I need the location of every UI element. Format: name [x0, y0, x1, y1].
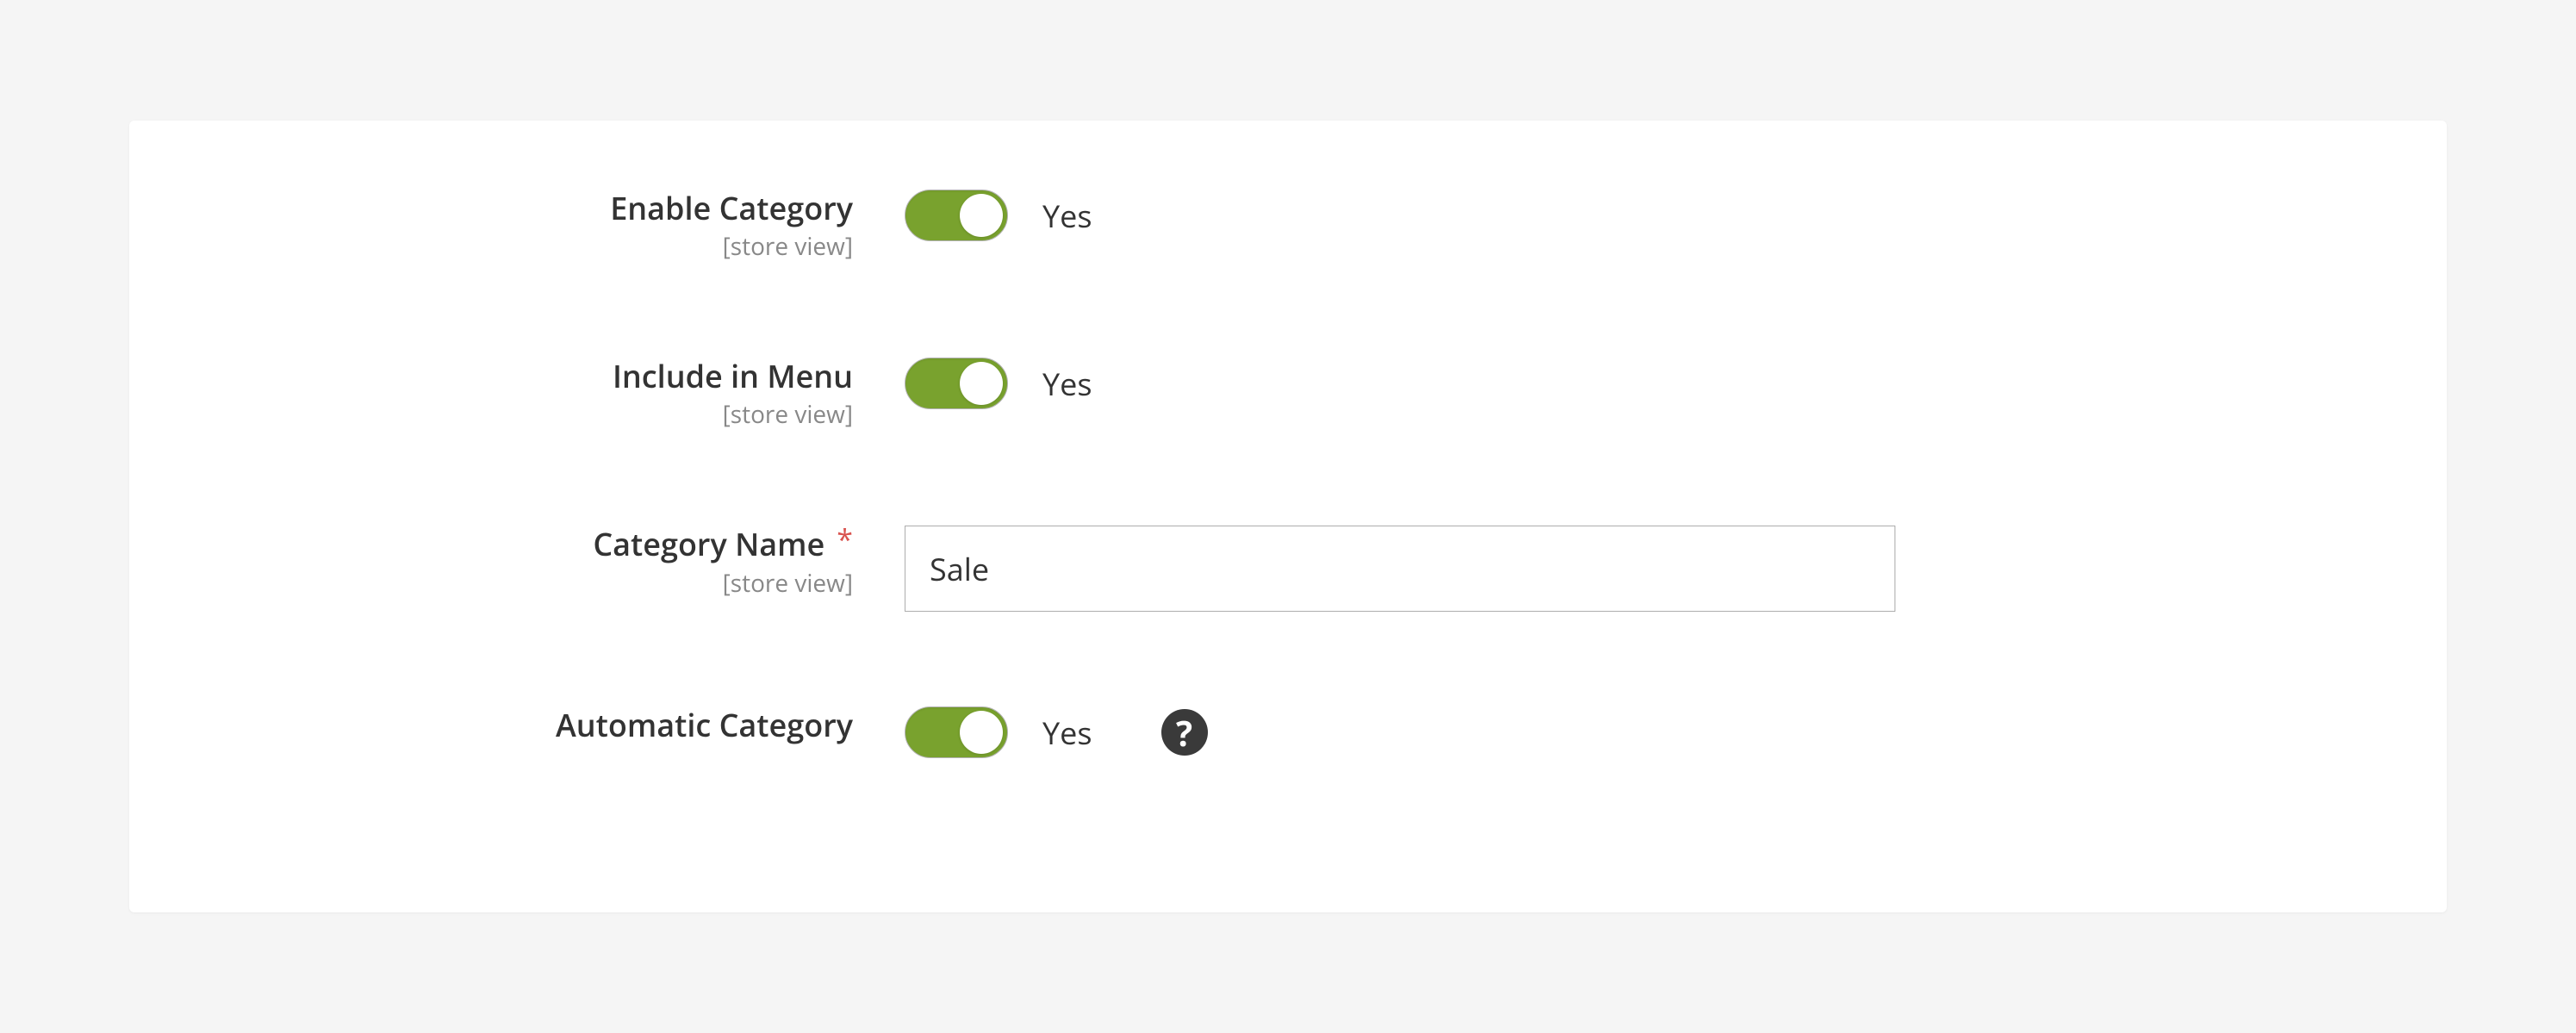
category-name-label-col: Category Name * [store view]	[215, 526, 853, 599]
toggle-knob	[960, 194, 1003, 237]
include-in-menu-label: Include in Menu	[613, 358, 853, 395]
toggle-knob	[960, 711, 1003, 754]
category-form-panel: Enable Category [store view] Yes Include…	[129, 121, 2447, 912]
include-in-menu-value: Yes	[1042, 363, 1092, 405]
automatic-category-toggle[interactable]	[905, 706, 1008, 758]
category-name-control	[853, 526, 1895, 612]
include-in-menu-control: Yes	[853, 358, 1092, 409]
toggle-knob	[960, 362, 1003, 405]
enable-category-row: Enable Category [store view] Yes	[215, 190, 2361, 263]
enable-category-scope: [store view]	[723, 230, 853, 263]
automatic-category-control: Yes ?	[853, 706, 1208, 758]
category-name-input[interactable]	[905, 526, 1895, 612]
enable-category-control: Yes	[853, 190, 1092, 241]
category-name-scope: [store view]	[723, 567, 853, 600]
automatic-category-label-col: Automatic Category	[215, 706, 853, 744]
automatic-category-row: Automatic Category Yes ?	[215, 706, 2361, 758]
include-in-menu-row: Include in Menu [store view] Yes	[215, 358, 2361, 431]
enable-category-value: Yes	[1042, 195, 1092, 237]
category-name-label: Category Name	[593, 526, 824, 563]
enable-category-toggle[interactable]	[905, 190, 1008, 241]
enable-category-label-col: Enable Category [store view]	[215, 190, 853, 263]
include-in-menu-toggle[interactable]	[905, 358, 1008, 409]
automatic-category-value: Yes	[1042, 712, 1092, 754]
include-in-menu-scope: [store view]	[723, 398, 853, 431]
include-in-menu-label-col: Include in Menu [store view]	[215, 358, 853, 431]
enable-category-label: Enable Category	[610, 190, 853, 227]
required-asterisk-icon: *	[837, 525, 853, 554]
category-name-row: Category Name * [store view]	[215, 526, 2361, 612]
help-icon[interactable]: ?	[1161, 709, 1208, 756]
automatic-category-label: Automatic Category	[556, 706, 853, 744]
